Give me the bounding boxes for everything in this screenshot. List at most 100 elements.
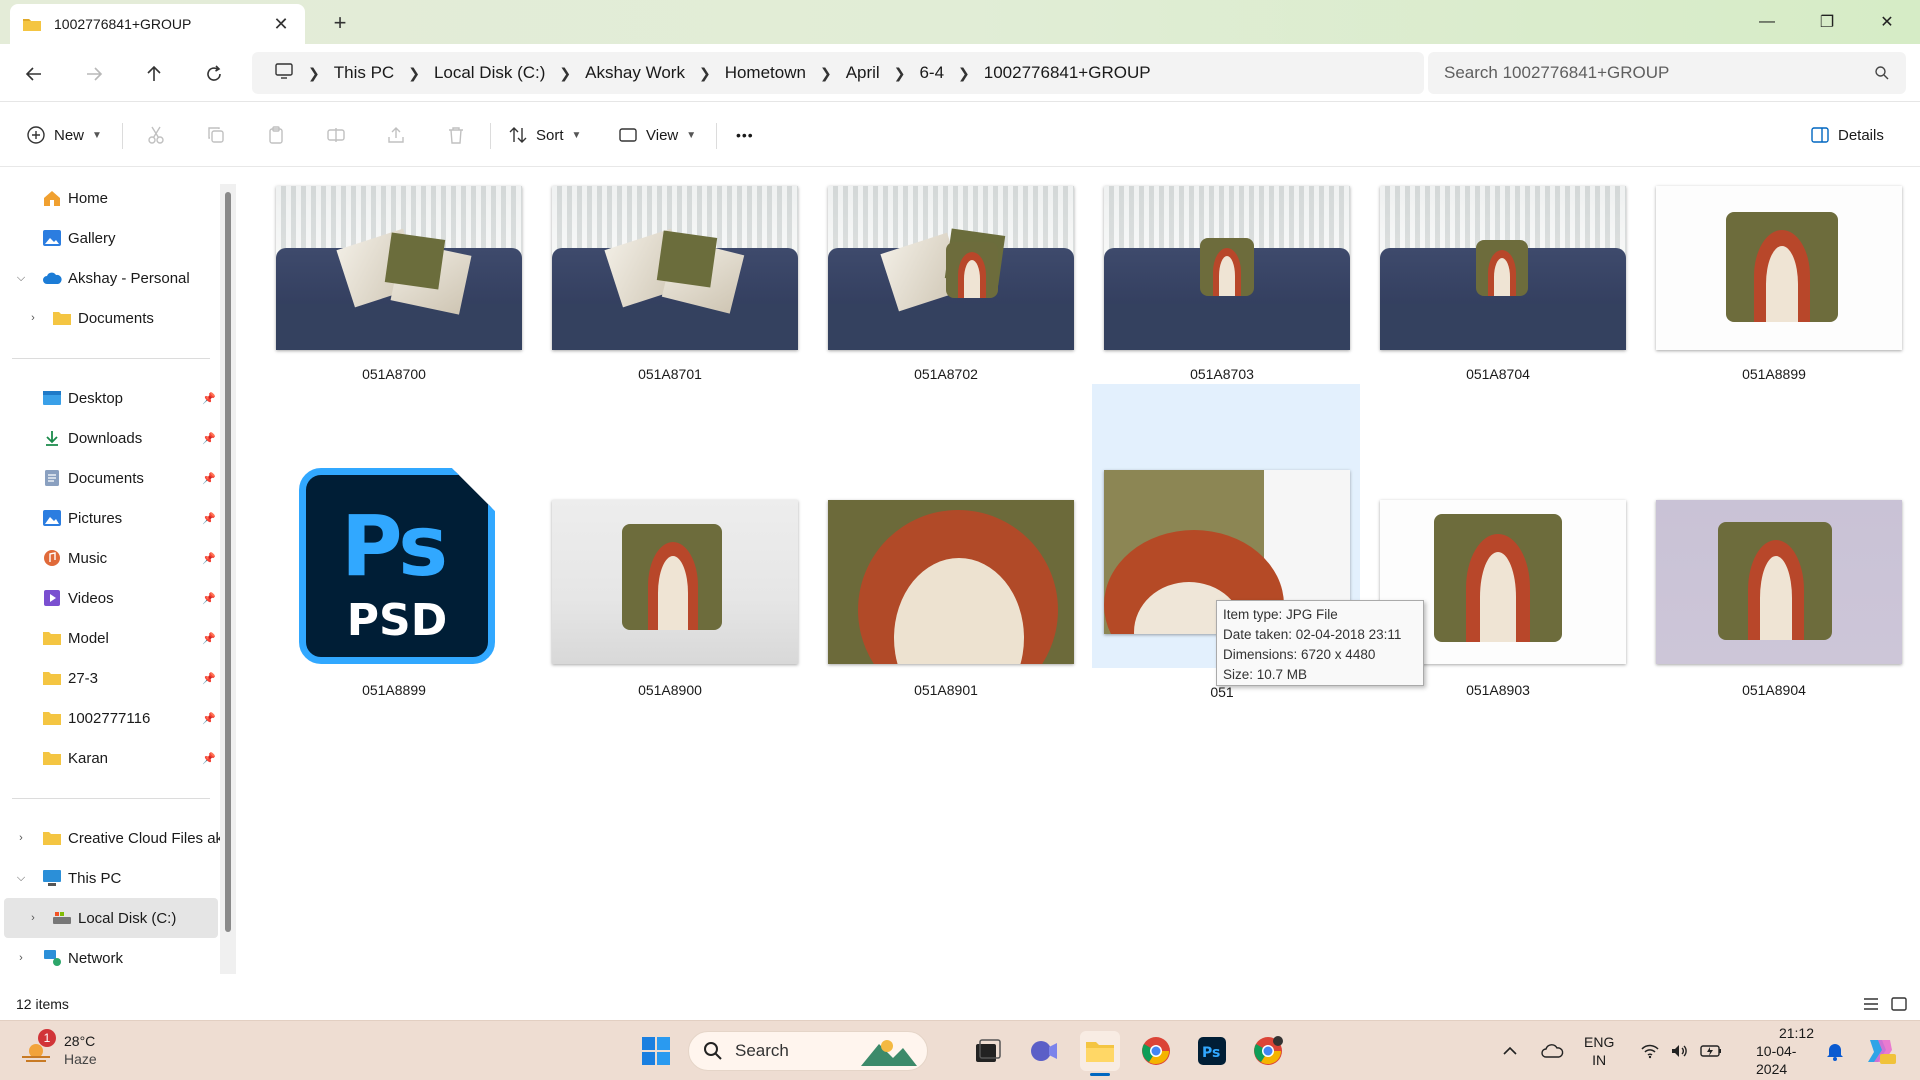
pin-icon[interactable]: 📌 xyxy=(202,752,216,765)
sort-button[interactable]: Sort ▼ xyxy=(508,117,581,153)
file-item[interactable]: 051A8900 xyxy=(532,460,800,740)
new-button[interactable]: New ▼ xyxy=(26,117,102,153)
sidebar-item-network[interactable]: › Network xyxy=(0,938,222,978)
sidebar-item-local-disk[interactable]: › Local Disk (C:) xyxy=(4,898,218,938)
copilot-button[interactable] xyxy=(1864,1021,1896,1080)
notifications-button[interactable] xyxy=(1826,1021,1844,1080)
chevron-down-icon[interactable]: ⌵ xyxy=(14,872,28,885)
chevron-right-icon[interactable]: › xyxy=(14,832,28,844)
minimize-button[interactable]: — xyxy=(1742,4,1792,40)
breadcrumb-hometown[interactable]: Hometown xyxy=(717,63,814,83)
chevron-right-icon[interactable]: ❯ xyxy=(302,65,326,82)
pin-icon[interactable]: 📌 xyxy=(202,472,216,485)
sidebar-item-desktop[interactable]: Desktop 📌 xyxy=(0,378,222,418)
new-tab-button[interactable]: + xyxy=(328,10,352,36)
chevron-right-icon[interactable]: › xyxy=(26,312,40,324)
sidebar-item-this-pc[interactable]: ⌵ This PC xyxy=(0,858,222,898)
chrome-profile-button[interactable] xyxy=(1248,1031,1288,1071)
breadcrumb-local-disk[interactable]: Local Disk (C:) xyxy=(426,63,553,83)
details-button[interactable]: Details xyxy=(1810,117,1884,153)
sidebar-item-downloads[interactable]: Downloads 📌 xyxy=(0,418,222,458)
sidebar-item-onedrive[interactable]: ⌵ Akshay - Personal xyxy=(0,258,222,298)
chevron-right-icon[interactable]: ❯ xyxy=(814,65,838,82)
teams-button[interactable] xyxy=(1024,1031,1064,1071)
pin-icon[interactable]: 📌 xyxy=(202,712,216,725)
sidebar-item-model[interactable]: Model 📌 xyxy=(0,618,222,658)
taskbar-search[interactable]: Search xyxy=(688,1031,928,1071)
cut-button[interactable] xyxy=(146,117,166,153)
tab-close-button[interactable]: ✕ xyxy=(269,14,293,35)
file-item[interactable]: 051A8700 xyxy=(256,176,524,456)
close-window-button[interactable]: ✕ xyxy=(1862,4,1912,40)
pin-icon[interactable]: 📌 xyxy=(202,392,216,405)
back-button[interactable] xyxy=(14,54,54,94)
sidebar-item-creative-cloud[interactable]: › Creative Cloud Files ak xyxy=(0,818,223,858)
file-item[interactable]: Ps PSD 051A8899 xyxy=(256,460,524,740)
view-button[interactable]: View ▼ xyxy=(618,117,696,153)
chevron-right-icon[interactable]: ❯ xyxy=(952,65,976,82)
breadcrumb-6-4[interactable]: 6-4 xyxy=(911,63,952,83)
sidebar-item-videos[interactable]: Videos 📌 xyxy=(0,578,222,618)
chrome-button[interactable] xyxy=(1136,1031,1176,1071)
chevron-right-icon[interactable]: ❯ xyxy=(693,65,717,82)
large-icons-view-icon[interactable] xyxy=(1890,996,1908,1012)
rename-button[interactable] xyxy=(326,117,346,153)
breadcrumb-akshay-work[interactable]: Akshay Work xyxy=(577,63,693,83)
tab-current-folder[interactable]: 1002776841+GROUP ✕ xyxy=(10,4,305,44)
onedrive-tray-button[interactable] xyxy=(1540,1021,1564,1080)
photoshop-button[interactable]: Ps xyxy=(1192,1031,1232,1071)
quick-settings-button[interactable] xyxy=(1640,1021,1722,1080)
file-item[interactable]: 051A8904 xyxy=(1636,460,1904,740)
delete-button[interactable] xyxy=(446,117,466,153)
chevron-down-icon[interactable]: ⌵ xyxy=(14,272,28,285)
more-options-button[interactable]: ••• xyxy=(736,117,754,153)
forward-button[interactable] xyxy=(74,54,114,94)
file-item[interactable]: 051A8899 xyxy=(1636,176,1904,456)
pin-icon[interactable]: 📌 xyxy=(202,672,216,685)
file-explorer-button[interactable] xyxy=(1080,1031,1120,1071)
search-input[interactable]: Search 1002776841+GROUP xyxy=(1428,52,1906,94)
sidebar-item-documents[interactable]: Documents 📌 xyxy=(0,458,222,498)
pin-icon[interactable]: 📌 xyxy=(202,552,216,565)
language-indicator[interactable]: ENG IN xyxy=(1584,1021,1614,1080)
paste-button[interactable] xyxy=(266,117,286,153)
share-button[interactable] xyxy=(386,117,406,153)
breadcrumb[interactable]: ❯ This PC ❯ Local Disk (C:) ❯ Akshay Wor… xyxy=(252,52,1424,94)
monitor-icon[interactable] xyxy=(266,62,302,85)
maximize-button[interactable]: ❐ xyxy=(1802,4,1852,40)
scrollbar-thumb[interactable] xyxy=(225,192,231,932)
file-item[interactable]: 051A8901 xyxy=(808,460,1076,740)
sidebar-item-documents-onedrive[interactable]: › Documents xyxy=(0,298,222,338)
sidebar-item-pictures[interactable]: Pictures 📌 xyxy=(0,498,222,538)
sidebar-item-1002777116[interactable]: 1002777116 📌 xyxy=(0,698,222,738)
chevron-right-icon[interactable]: ❯ xyxy=(402,65,426,82)
details-view-icon[interactable] xyxy=(1862,996,1880,1012)
weather-widget[interactable]: 1 28°C Haze xyxy=(16,1029,156,1073)
up-button[interactable] xyxy=(134,54,174,94)
show-hidden-icons-button[interactable] xyxy=(1502,1021,1518,1080)
task-view-button[interactable] xyxy=(968,1031,1008,1071)
breadcrumb-april[interactable]: April xyxy=(838,63,888,83)
copy-button[interactable] xyxy=(206,117,226,153)
breadcrumb-this-pc[interactable]: This PC xyxy=(326,63,402,83)
chevron-right-icon[interactable]: ❯ xyxy=(888,65,912,82)
file-item[interactable]: 051A8704 xyxy=(1360,176,1628,456)
file-item[interactable]: 051A8702 xyxy=(808,176,1076,456)
pin-icon[interactable]: 📌 xyxy=(202,592,216,605)
refresh-button[interactable] xyxy=(194,54,234,94)
chevron-right-icon[interactable]: › xyxy=(14,952,28,964)
pin-icon[interactable]: 📌 xyxy=(202,432,216,445)
sidebar-item-karan[interactable]: Karan 📌 xyxy=(0,738,222,778)
chevron-right-icon[interactable]: › xyxy=(26,912,40,924)
sidebar-item-music[interactable]: Music 📌 xyxy=(0,538,222,578)
sidebar-item-home[interactable]: Home xyxy=(0,178,222,218)
start-button[interactable] xyxy=(636,1031,676,1071)
sidebar-item-gallery[interactable]: Gallery xyxy=(0,218,222,258)
pin-icon[interactable]: 📌 xyxy=(202,632,216,645)
file-item[interactable]: 051A8701 xyxy=(532,176,800,456)
chevron-right-icon[interactable]: ❯ xyxy=(553,65,577,82)
breadcrumb-current-folder[interactable]: 1002776841+GROUP xyxy=(976,63,1159,83)
pin-icon[interactable]: 📌 xyxy=(202,512,216,525)
sidebar-scrollbar[interactable] xyxy=(220,184,236,974)
clock[interactable]: 21:12 10-04-2024 xyxy=(1756,1021,1814,1080)
